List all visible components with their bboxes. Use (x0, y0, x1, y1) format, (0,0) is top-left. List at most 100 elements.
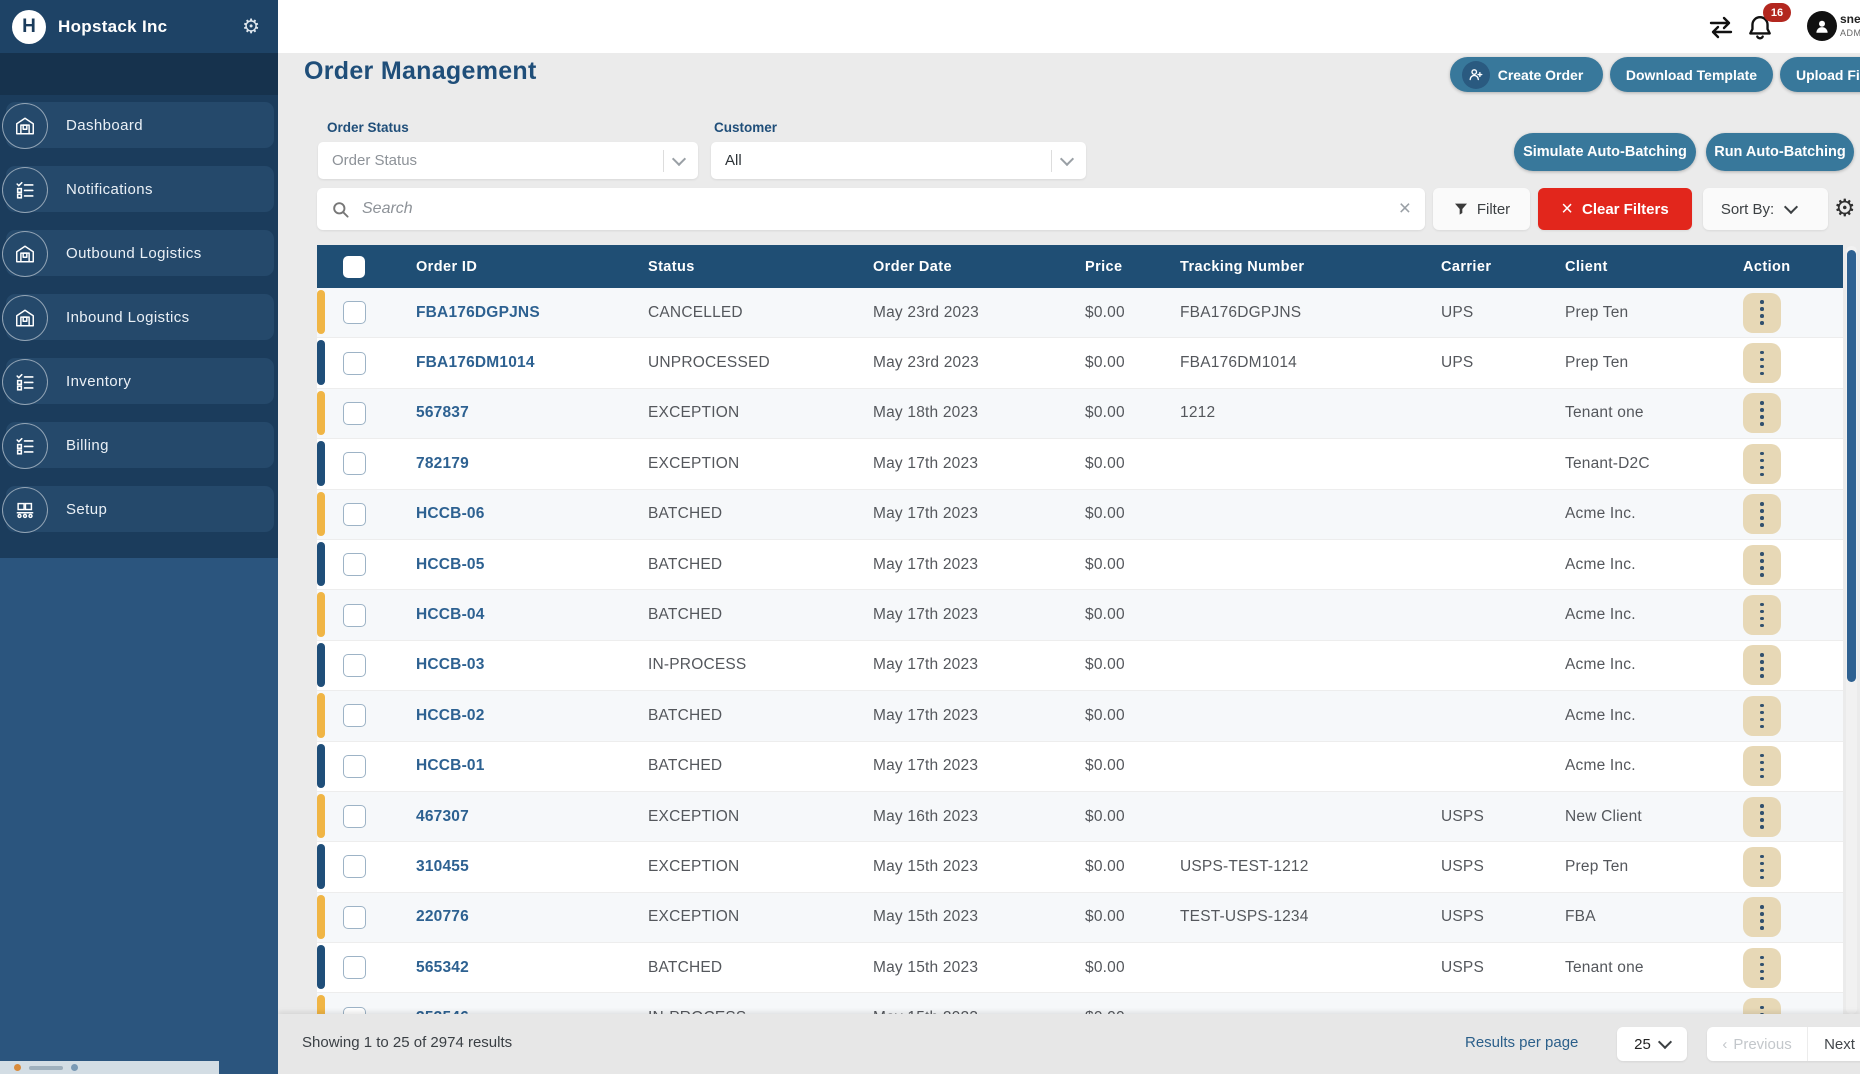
order-id-link[interactable]: HCCB-05 (416, 556, 648, 574)
customer-filter-label: Customer (714, 120, 777, 135)
previous-page-button[interactable]: ‹ Previous (1707, 1027, 1808, 1061)
order-id-link[interactable]: 567837 (416, 404, 648, 422)
sidebar-item[interactable]: Inbound Logistics (6, 294, 274, 340)
cell-carrier: UPS (1441, 304, 1565, 322)
sidebar-item[interactable]: Notifications (6, 166, 274, 212)
row-actions-kebab-button[interactable] (1743, 746, 1781, 786)
row-actions-kebab-button[interactable] (1743, 444, 1781, 484)
table-header-row: Order ID Status Order Date Price Trackin… (317, 245, 1843, 288)
row-actions-kebab-button[interactable] (1743, 998, 1781, 1014)
row-actions-kebab-button[interactable] (1743, 595, 1781, 635)
col-header-order-date: Order Date (873, 259, 1085, 275)
pagination-footer: Showing 1 to 25 of 2974 results Results … (278, 1014, 1860, 1074)
row-checkbox[interactable] (343, 654, 366, 677)
cell-client: Acme Inc. (1565, 707, 1743, 725)
table-scrollbar-thumb[interactable] (1847, 250, 1856, 682)
results-per-page-label: Results per page (1465, 1034, 1578, 1051)
cell-client: Prep Ten (1565, 304, 1743, 322)
clear-filters-button[interactable]: × Clear Filters (1538, 188, 1692, 230)
row-actions-kebab-button[interactable] (1743, 696, 1781, 736)
row-status-stripe (317, 542, 325, 586)
col-header-client: Client (1565, 259, 1743, 275)
user-icon (1813, 17, 1831, 35)
cell-status: EXCEPTION (648, 858, 873, 876)
order-id-link[interactable]: 220776 (416, 908, 648, 926)
order-id-link[interactable]: 310455 (416, 858, 648, 876)
row-checkbox[interactable] (343, 352, 366, 375)
order-id-link[interactable]: HCCB-01 (416, 757, 648, 775)
row-checkbox[interactable] (343, 805, 366, 828)
order-id-link[interactable]: 565342 (416, 959, 648, 977)
cell-client: New Client (1565, 808, 1743, 826)
sidebar-item[interactable]: Outbound Logistics (6, 230, 274, 276)
select-all-checkbox[interactable] (343, 256, 365, 278)
create-order-label: Create Order (1498, 67, 1584, 83)
filter-button[interactable]: Filter (1433, 188, 1530, 230)
row-actions-kebab-button[interactable] (1743, 645, 1781, 685)
row-checkbox[interactable] (343, 855, 366, 878)
run-auto-batching-label: Run Auto-Batching (1714, 144, 1846, 160)
order-id-link[interactable]: HCCB-03 (416, 656, 648, 674)
sidebar-item[interactable]: Dashboard (6, 102, 274, 148)
create-order-button[interactable]: Create Order (1450, 57, 1603, 92)
row-checkbox[interactable] (343, 956, 366, 979)
funnel-icon (1453, 201, 1469, 217)
row-checkbox[interactable] (343, 301, 366, 324)
page-size-select[interactable]: 25 (1617, 1027, 1687, 1061)
next-page-button[interactable]: Next › (1808, 1027, 1860, 1061)
order-id-link[interactable]: FBA176DGPJNS (416, 304, 648, 322)
order-id-link[interactable]: 782179 (416, 455, 648, 473)
overlay-dot (71, 1064, 78, 1071)
table-scrollbar-track[interactable] (1846, 246, 1857, 1014)
user-avatar[interactable] (1807, 11, 1837, 41)
order-id-link[interactable]: HCCB-02 (416, 707, 648, 725)
row-checkbox[interactable] (343, 1007, 366, 1014)
order-status-select[interactable]: Order Status (318, 142, 698, 179)
row-checkbox[interactable] (343, 503, 366, 526)
row-actions-kebab-button[interactable] (1743, 494, 1781, 534)
row-actions-kebab-button[interactable] (1743, 293, 1781, 333)
row-checkbox[interactable] (343, 402, 366, 425)
upload-file-button[interactable]: Upload Fil (1780, 57, 1860, 92)
row-actions-kebab-button[interactable] (1743, 847, 1781, 887)
sidebar-header: H Hopstack Inc ⚙ (0, 0, 278, 53)
simulate-auto-batching-button[interactable]: Simulate Auto-Batching (1514, 133, 1696, 171)
sidebar-item[interactable]: Billing (6, 422, 274, 468)
cell-client: Acme Inc. (1565, 505, 1743, 523)
order-id-link[interactable]: 467307 (416, 808, 648, 826)
row-status-stripe (317, 592, 325, 636)
row-checkbox[interactable] (343, 906, 366, 929)
row-checkbox[interactable] (343, 553, 366, 576)
table-row: HCCB-04 BATCHED May 17th 2023 $0.00 Acme… (317, 590, 1843, 640)
sidebar-gear-icon[interactable]: ⚙ (242, 14, 260, 39)
table-settings-gear-icon[interactable]: ⚙ (1834, 194, 1856, 223)
row-status-stripe (317, 744, 325, 788)
row-status-stripe (317, 945, 325, 989)
run-auto-batching-button[interactable]: Run Auto-Batching (1706, 133, 1854, 171)
order-id-link[interactable]: HCCB-06 (416, 505, 648, 523)
row-actions-kebab-button[interactable] (1743, 343, 1781, 383)
row-actions-kebab-button[interactable] (1743, 948, 1781, 988)
customer-select[interactable]: All (711, 142, 1086, 179)
swap-arrows-icon[interactable] (1707, 15, 1735, 39)
sidebar-item[interactable]: Setup (6, 486, 274, 532)
order-id-link[interactable]: HCCB-04 (416, 606, 648, 624)
sidebar-item[interactable]: Inventory (6, 358, 274, 404)
cell-price: $0.00 (1085, 404, 1180, 422)
row-actions-kebab-button[interactable] (1743, 897, 1781, 937)
user-name: sne (1840, 12, 1860, 26)
row-actions-kebab-button[interactable] (1743, 393, 1781, 433)
table-body: FBA176DGPJNS CANCELLED May 23rd 2023 $0.… (317, 288, 1843, 1014)
row-checkbox[interactable] (343, 755, 366, 778)
row-checkbox[interactable] (343, 704, 366, 727)
download-template-button[interactable]: Download Template (1610, 57, 1773, 92)
row-checkbox[interactable] (343, 452, 366, 475)
row-actions-kebab-button[interactable] (1743, 797, 1781, 837)
cell-order-date: May 18th 2023 (873, 404, 1085, 422)
search-input[interactable] (360, 199, 1385, 219)
row-actions-kebab-button[interactable] (1743, 545, 1781, 585)
row-checkbox[interactable] (343, 604, 366, 627)
clear-search-icon[interactable]: × (1385, 197, 1425, 221)
order-id-link[interactable]: FBA176DM1014 (416, 354, 648, 372)
sort-by-button[interactable]: Sort By: (1703, 188, 1828, 230)
